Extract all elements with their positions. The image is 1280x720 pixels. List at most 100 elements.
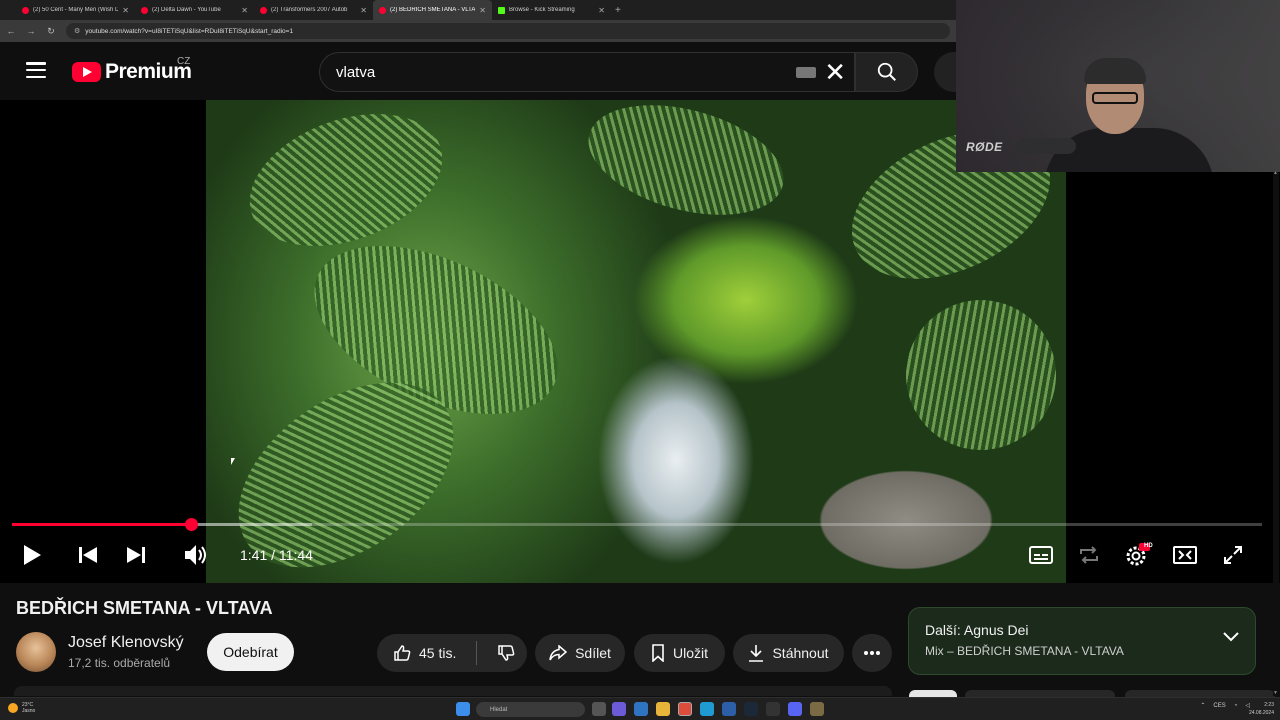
miniplayer-button[interactable] (1169, 540, 1201, 570)
more-horizontal-icon (864, 651, 880, 655)
download-button[interactable]: Stáhnout (733, 634, 844, 672)
youtube-icon (141, 6, 148, 14)
subtitles-icon (1029, 546, 1053, 564)
like-button[interactable]: 45 tis. (393, 644, 456, 662)
thumbs-down-icon (498, 645, 515, 661)
search-icon (877, 62, 896, 81)
video-player[interactable]: 1:41 / 11:44 HD (0, 100, 1280, 583)
url-field[interactable]: ⚙ youtube.com/watch?v=uI8iTETiSqU&list=RD… (66, 23, 950, 39)
browser-tab-bar: (2) 50 Cent - Many Men (Wish D ✕ (2) Delt… (0, 0, 956, 20)
up-next-title: Další: Agnus Dei (925, 622, 1029, 638)
play-icon (24, 545, 41, 565)
browser-tab[interactable]: (2) Transformers 2007 Autob ✕ (254, 0, 373, 20)
browser-tab[interactable]: (2) Delta Dawn - YouTube ✕ (135, 0, 254, 20)
clock-date: 24.08.2024 (1248, 710, 1274, 716)
browser-tab[interactable]: (2) 50 Cent - Many Men (Wish D ✕ (16, 0, 135, 20)
wifi-icon[interactable]: ◔ (1234, 703, 1238, 709)
skip-next-icon (127, 547, 145, 563)
mic-brand-label: RØDE (966, 140, 1003, 154)
widgets-icon[interactable] (612, 702, 626, 716)
mouse-cursor (231, 458, 235, 465)
obs-icon[interactable] (766, 702, 780, 716)
back-icon[interactable]: ← (6, 26, 16, 36)
language-indicator[interactable]: CES (1213, 703, 1225, 709)
close-icon[interactable]: ✕ (122, 6, 129, 15)
play-button[interactable] (16, 540, 48, 570)
taskbar-search-placeholder: Hledat (490, 706, 508, 713)
browser-tab-active[interactable]: (2) BEDŘICH SMETANA - VLTAV ✕ (373, 0, 492, 20)
reload-icon[interactable]: ↻ (46, 26, 56, 37)
search-button[interactable] (855, 52, 918, 92)
tab-title: (2) 50 Cent - Many Men (Wish D (33, 7, 119, 13)
search-input[interactable] (336, 63, 797, 81)
channel-name[interactable]: Josef Klenovský (68, 634, 184, 652)
close-icon[interactable]: ✕ (360, 6, 367, 15)
chevron-up-icon[interactable]: ⌃ (1200, 702, 1205, 709)
youtube-header: Premium CZ ✕ (0, 42, 974, 100)
youtube-icon (22, 6, 29, 14)
subscribe-button[interactable]: Odebírat (207, 633, 294, 671)
vscode-icon[interactable] (722, 702, 736, 716)
close-icon[interactable]: ✕ (598, 6, 605, 15)
sun-icon (8, 703, 18, 713)
up-next-subtitle: Mix – BEDŘICH SMETANA - VLTAVA (925, 644, 1124, 658)
divider (476, 641, 478, 665)
time-display: 1:41 / 11:44 (240, 547, 313, 563)
video-frame[interactable] (206, 100, 1066, 583)
mute-button[interactable] (180, 540, 212, 570)
menu-icon[interactable] (26, 62, 46, 78)
windows-start-icon[interactable] (456, 702, 470, 716)
page-scrollbar[interactable] (1273, 170, 1279, 696)
streamer-glasses (1092, 92, 1138, 104)
scrubber-handle[interactable] (185, 518, 199, 531)
autoplay-loop-button[interactable] (1073, 540, 1105, 570)
close-icon[interactable]: ✕ (241, 6, 248, 15)
chevron-down-icon[interactable] (1223, 632, 1239, 642)
description-box[interactable] (14, 686, 892, 696)
channel-avatar[interactable] (16, 632, 56, 672)
share-button[interactable]: Sdílet (535, 634, 625, 672)
file-explorer-icon[interactable] (656, 702, 670, 716)
clock[interactable]: 2:23 24.08.2024 (1249, 701, 1274, 717)
weather-widget[interactable]: 23°C Jasno (8, 702, 35, 714)
taskbar-search[interactable]: Hledat (476, 702, 585, 717)
skip-previous-icon (79, 547, 97, 563)
share-icon (549, 645, 568, 661)
streamer-cap (1084, 58, 1146, 84)
video-title: BEDŘICH SMETANA - VLTAVA (16, 598, 273, 618)
fullscreen-button[interactable] (1217, 540, 1249, 570)
app-icon[interactable] (810, 702, 824, 716)
youtube-logo-icon (72, 62, 101, 82)
youtube-premium-logo[interactable]: Premium (72, 60, 192, 84)
new-tab-button[interactable]: + (615, 5, 621, 16)
keyboard-icon[interactable] (796, 66, 817, 78)
subtitles-button[interactable] (1025, 540, 1057, 570)
chrome-icon[interactable] (678, 702, 692, 716)
up-next-panel[interactable]: Další: Agnus Dei Mix – BEDŘICH SMETANA -… (908, 607, 1256, 675)
like-count: 45 tis. (419, 645, 457, 661)
download-icon (749, 645, 764, 662)
progress-bar[interactable] (12, 518, 1262, 531)
close-icon[interactable]: ✕ (479, 6, 486, 15)
previous-button[interactable] (72, 540, 104, 570)
webcam-overlay: RØDE (956, 0, 1280, 172)
edge-icon[interactable] (700, 702, 714, 716)
clock-time: 2:23 (1264, 702, 1274, 708)
address-bar: ← → ↻ ⚙ youtube.com/watch?v=uI8iTETiSqU&l… (0, 20, 956, 42)
clear-search-icon[interactable]: ✕ (824, 59, 846, 85)
discord-icon[interactable] (788, 702, 802, 716)
steam-icon[interactable] (744, 702, 758, 716)
browser-tab[interactable]: Browse - Kick Streaming ✕ (492, 0, 611, 20)
like-dislike-group: 45 tis. (377, 634, 527, 672)
task-view-icon[interactable] (592, 702, 606, 716)
site-info-icon[interactable]: ⚙ (74, 27, 80, 35)
next-button[interactable] (120, 540, 152, 570)
microphone (1016, 138, 1076, 154)
forward-icon[interactable]: → (26, 26, 36, 36)
more-actions-button[interactable] (852, 634, 892, 672)
store-icon[interactable] (634, 702, 648, 716)
url-text: youtube.com/watch?v=uI8iTETiSqU&list=RDu… (85, 27, 294, 35)
dislike-button[interactable] (497, 644, 515, 662)
youtube-icon (379, 6, 386, 14)
save-button[interactable]: Uložit (634, 634, 725, 672)
